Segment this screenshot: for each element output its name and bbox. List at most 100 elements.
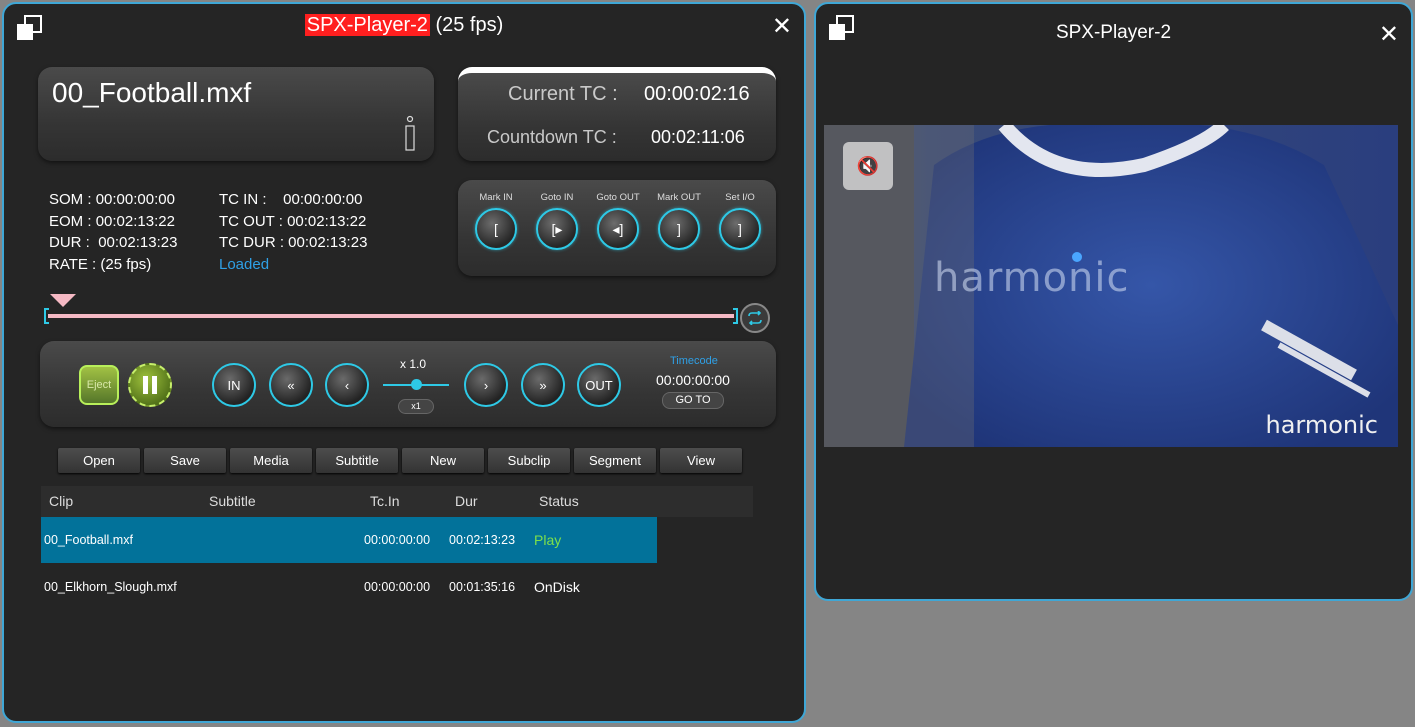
header-subtitle[interactable]: Subtitle [209,486,256,517]
eject-button[interactable]: Eject [79,365,119,405]
timecode-label: Timecode [670,355,718,367]
dur-label: DUR : [49,234,90,251]
rate-label: RATE : [49,255,97,273]
tab-subclip[interactable]: Subclip [488,448,570,473]
set-io-icon: ] [738,221,742,237]
tab-view[interactable]: View [660,448,742,473]
mark-in-label: Mark IN [479,192,513,203]
tcout-label: TC OUT : [219,212,283,230]
fast-forward-button[interactable]: » [521,363,565,407]
timeline-end-cap [733,308,738,324]
shirt-logo-text: harmonic [934,255,1130,301]
goto-out-button[interactable]: Goto OUT ◂] [588,192,648,250]
info-icon[interactable] [404,115,416,151]
tab-subtitle[interactable]: Subtitle [316,448,398,473]
meta-labels-left: SOM : 00:00:00:00 EOM : 00:02:13:22 DUR … [49,189,177,275]
table-row[interactable]: 00_Football.mxf 00:00:00:00 00:02:13:23 … [41,517,657,563]
player-name: SPX-Player-2 [304,14,430,36]
clip-name: 00_Elkhorn_Slough.mxf [44,580,177,594]
video-preview[interactable]: harmonic harmonic 🔇 [824,125,1398,447]
set-io-button[interactable]: Set I/O ] [710,192,770,250]
current-tc-value: 00:00:02:16 [644,83,750,105]
tab-new[interactable]: New [402,448,484,473]
tcdur-value: 00:02:13:23 [288,234,368,251]
table-header: Clip Subtitle Tc.In Dur Status [41,486,753,517]
tcin-value: 00:00:00:00 [283,191,363,208]
mute-button[interactable]: 🔇 [843,142,893,190]
mark-in-button[interactable]: Mark IN [ [466,192,526,250]
preview-title: SPX-Player-2 [1055,22,1172,43]
tab-save[interactable]: Save [144,448,226,473]
goto-timecode-value[interactable]: 00:00:00:00 [656,372,730,388]
player-window: SPX-Player-2 (25 fps) ✕ 00_Football.mxf … [2,2,806,723]
loop-icon [748,311,762,325]
header-clip[interactable]: Clip [49,486,73,517]
tab-media[interactable]: Media [230,448,312,473]
clip-name: 00_Football.mxf [44,533,133,547]
harmonic-logo: harmonic [1265,411,1379,439]
som-label: SOM : [49,191,92,208]
fast-rewind-button[interactable]: « [269,363,313,407]
file-panel: 00_Football.mxf [38,67,434,161]
fast-forward-icon: » [539,377,547,393]
step-back-icon: ‹ [344,377,350,393]
countdown-tc-label: Countdown TC : [487,127,617,147]
step-forward-button[interactable]: › [464,363,508,407]
goto-in-icon: [▸ [551,220,563,237]
step-forward-icon: › [483,377,489,393]
clip-tcin: 00:00:00:00 [364,533,431,547]
timecode-panel: Current TC : 00:00:02:16 Countdown TC : … [458,67,776,161]
timeline-scrubber[interactable] [44,294,738,324]
header-status[interactable]: Status [539,486,579,517]
bracket-left-icon: [ [494,221,498,237]
mark-out-button[interactable]: Mark OUT ] [649,192,709,250]
fps-label: (25 fps) [435,14,504,36]
clip-status: Play [534,532,562,548]
table-row[interactable]: 00_Elkhorn_Slough.mxf 00:00:00:00 00:01:… [41,564,657,610]
mark-panel: Mark IN [ Goto IN [▸ Goto OUT ◂] Mark OU… [458,180,776,276]
bracket-right-icon: ] [677,221,681,237]
eom-label: EOM : [49,212,92,230]
load-status: Loaded [219,255,270,273]
goto-in-label: Goto IN [540,192,574,203]
dur-value: 00:02:13:23 [98,234,178,251]
clip-tcin: 00:00:00:00 [364,580,431,594]
set-io-label: Set I/O [725,192,755,203]
goto-out-icon: ◂] [612,220,624,237]
header-tcin[interactable]: Tc.In [370,486,400,517]
eom-value: 00:02:13:22 [95,212,175,230]
pause-button[interactable] [128,363,172,407]
loop-button[interactable] [740,303,770,333]
tab-segment[interactable]: Segment [574,448,656,473]
goto-in-point-button[interactable]: IN [212,363,256,407]
speed-label: x 1.0 [400,357,427,371]
timeline-track[interactable] [48,314,734,318]
tcin-label: TC IN : [219,191,267,208]
close-button[interactable]: ✕ [772,12,792,41]
mute-icon: 🔇 [856,155,880,176]
goto-button[interactable]: GO TO [662,392,724,409]
speed-reset-button[interactable]: x1 [398,399,434,414]
transport-panel: Eject IN « ‹ x 1.0 x1 › » OUT Timecode 0… [40,341,776,427]
goto-out-label: Goto OUT [596,192,640,203]
header-dur[interactable]: Dur [455,486,478,517]
som-value: 00:00:00:00 [95,191,175,208]
clip-status: OnDisk [534,579,580,595]
clip-dur: 00:02:13:23 [449,533,516,547]
goto-in-button[interactable]: Goto IN [▸ [527,192,587,250]
current-tc-label: Current TC : [508,83,618,105]
rate-value: (25 fps) [100,255,152,273]
preview-window: SPX-Player-2 ✕ harmonic harmonic 🔇 [814,2,1413,601]
fast-rewind-icon: « [287,377,295,393]
loaded-file-name: 00_Football.mxf [52,77,252,108]
tcout-value: 00:02:13:22 [287,212,367,230]
mark-out-label: Mark OUT [657,192,701,203]
speed-slider-thumb[interactable] [411,379,422,390]
meta-labels-right: TC IN : 00:00:00:00 TC OUT : 00:02:13:22… [219,189,367,275]
countdown-tc-value: 00:02:11:06 [651,127,745,147]
playhead-marker[interactable] [50,294,76,307]
step-back-button[interactable]: ‹ [325,363,369,407]
goto-out-point-button[interactable]: OUT [577,363,621,407]
tab-open[interactable]: Open [58,448,140,473]
close-button[interactable]: ✕ [1379,20,1399,49]
